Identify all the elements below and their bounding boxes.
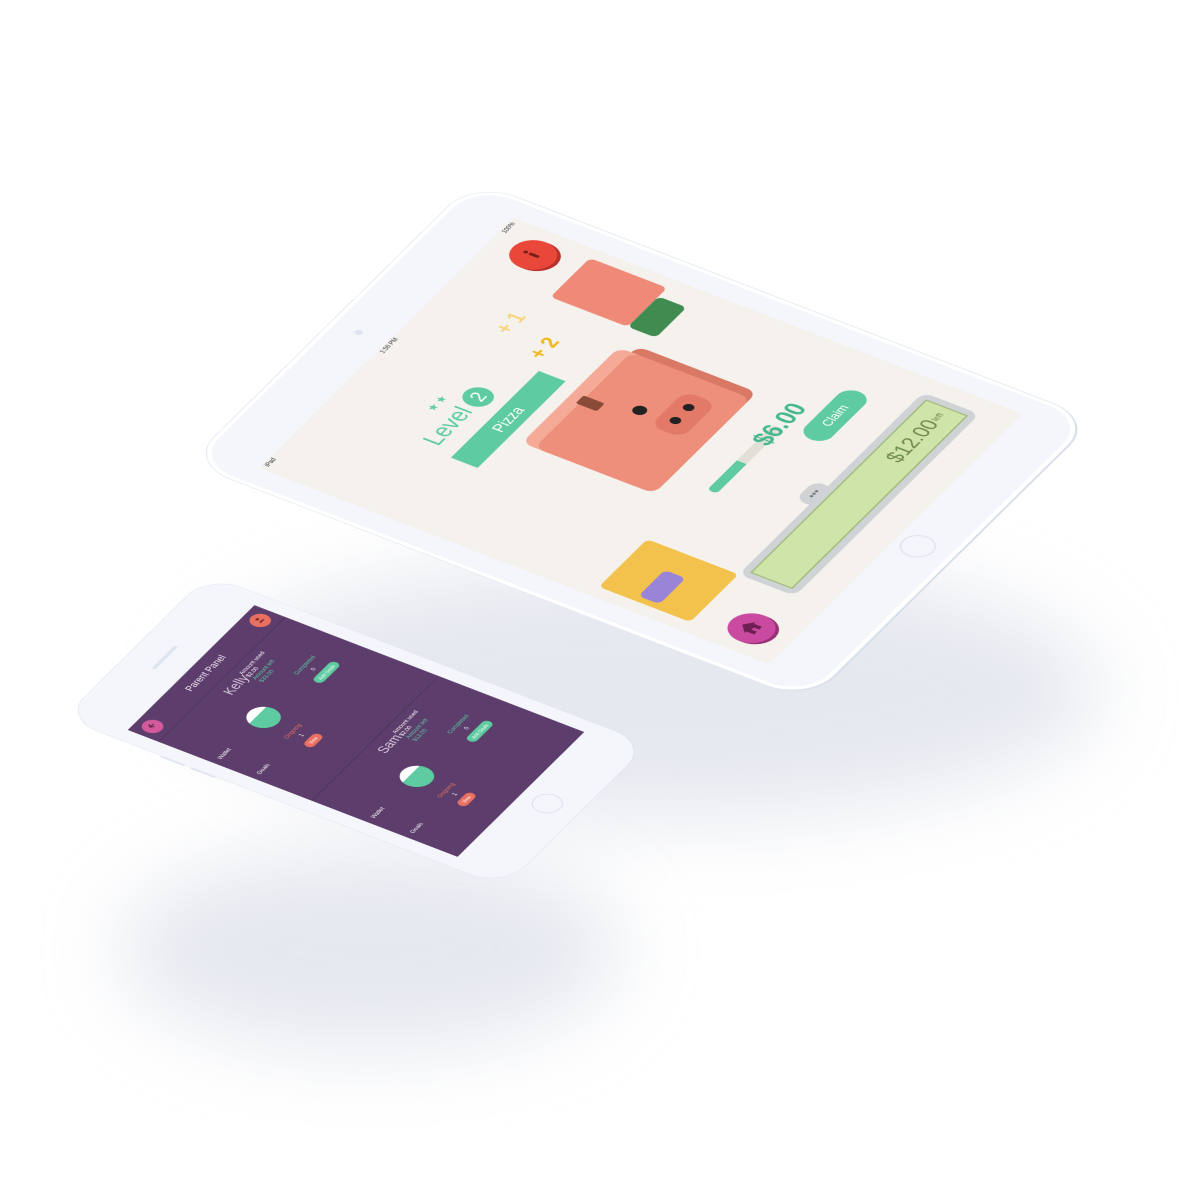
pig-eye — [629, 404, 651, 417]
tablet-home-key[interactable] — [892, 530, 943, 562]
phone-volume-button — [190, 767, 216, 779]
goal-progress-fill — [706, 460, 747, 494]
status-carrier: iPad — [262, 456, 278, 468]
back-arrow-icon — [143, 721, 162, 732]
wallet-label: Wallet — [369, 806, 387, 820]
pig-nostril — [667, 415, 684, 426]
goals-label: Goals — [255, 762, 272, 776]
avatar-icon — [251, 615, 270, 626]
ongoing-label: Ongoing — [435, 781, 457, 799]
add-goals-button[interactable]: Add Goals — [464, 719, 495, 744]
avatar-button[interactable] — [245, 611, 276, 630]
money-left-amount: $12.00 — [880, 416, 945, 466]
wallet-pie-chart — [393, 761, 441, 792]
pig-nostril — [680, 402, 697, 413]
ongoing-count: 1 — [297, 733, 307, 738]
tablet-camera — [353, 328, 365, 336]
wallet-pie-chart — [239, 702, 288, 733]
piggy-bank[interactable] — [523, 345, 769, 503]
add-goals-button[interactable]: Add Goals — [311, 660, 342, 685]
home-button[interactable] — [718, 607, 785, 649]
back-button[interactable] — [137, 717, 168, 736]
phone-speaker — [151, 645, 179, 670]
bonus-plus-two: + 2 — [523, 334, 565, 362]
claim-button[interactable]: Claim — [797, 386, 873, 445]
wallet-label: Wallet — [216, 747, 234, 761]
piggy-bank-body — [534, 352, 751, 494]
completed-label: Completed — [292, 654, 318, 676]
info-button[interactable] — [500, 234, 567, 276]
phone-shadow — [120, 850, 620, 1050]
coin-slot — [575, 395, 605, 412]
completed-label: Completed — [445, 713, 471, 735]
goals-label: Goals — [408, 821, 426, 835]
home-icon — [733, 617, 771, 639]
ongoing-label: Ongoing — [282, 723, 304, 740]
level-number-badge: 2 — [456, 383, 500, 411]
ongoing-count: 1 — [450, 792, 460, 797]
info-icon — [514, 244, 552, 266]
completed-count: 0 — [309, 667, 319, 672]
phone-volume-button — [159, 755, 186, 767]
status-time: 1:56 PM — [377, 336, 400, 355]
completed-count: 0 — [462, 725, 472, 731]
pig-snout — [649, 391, 718, 439]
phone-home-button[interactable] — [525, 790, 570, 817]
status-battery: 100% — [499, 221, 517, 234]
bonus-plus-one: + 1 — [489, 309, 532, 337]
